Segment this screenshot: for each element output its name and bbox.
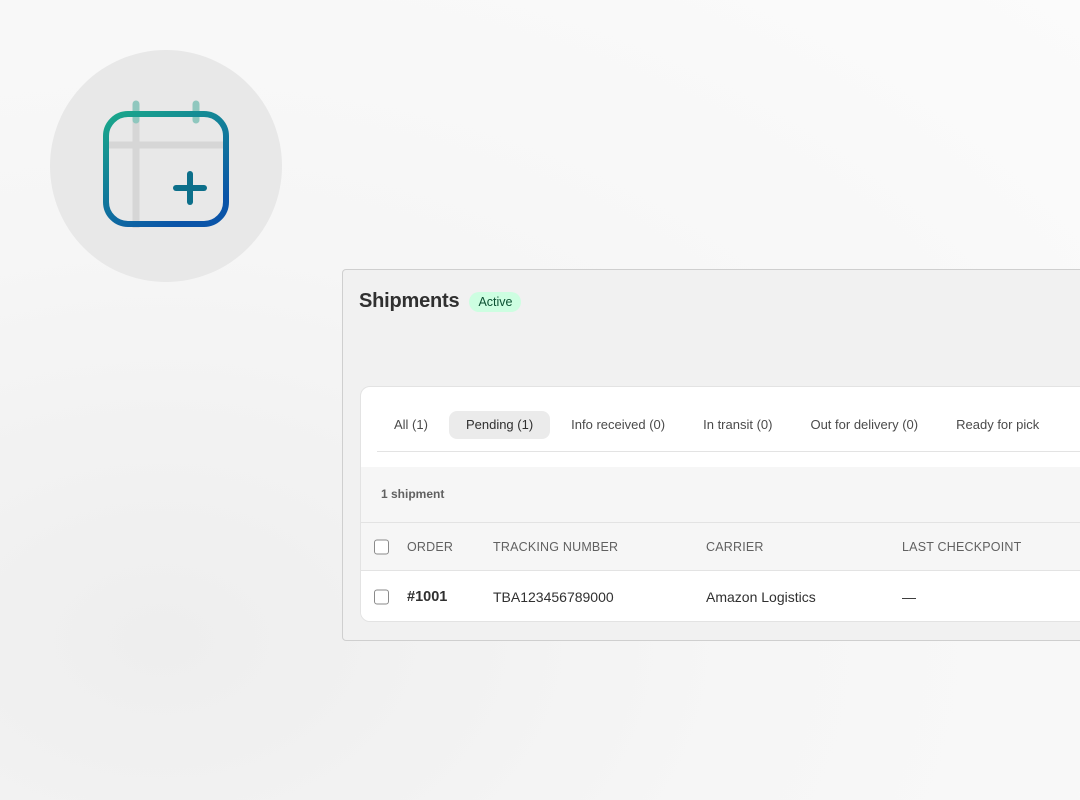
select-all-checkbox[interactable] bbox=[374, 539, 389, 554]
shipments-card: All (1) Pending (1) Info received (0) In… bbox=[360, 386, 1080, 622]
column-header-last-checkpoint[interactable]: LAST CHECKPOINT bbox=[902, 540, 1021, 554]
app-icon-badge bbox=[50, 50, 282, 282]
row-checkbox[interactable] bbox=[374, 589, 389, 605]
table-row[interactable]: #1001 TBA123456789000 Amazon Logistics — bbox=[361, 571, 1080, 621]
tab-info-received[interactable]: Info received (0) bbox=[554, 411, 682, 439]
last-checkpoint: — bbox=[902, 589, 916, 605]
calendar-plus-icon bbox=[103, 100, 229, 228]
tracking-number: TBA123456789000 bbox=[493, 589, 614, 605]
shipments-panel: Shipments Active All (1) Pending (1) Inf… bbox=[342, 269, 1080, 641]
shipment-count: 1 shipment bbox=[381, 487, 445, 501]
order-number[interactable]: #1001 bbox=[407, 589, 447, 605]
status-badge: Active bbox=[469, 291, 522, 312]
tab-ready-for-pickup[interactable]: Ready for pick bbox=[939, 411, 1056, 439]
tab-all[interactable]: All (1) bbox=[377, 411, 445, 439]
tab-out-for-delivery[interactable]: Out for delivery (0) bbox=[793, 411, 935, 439]
column-header-tracking-number[interactable]: TRACKING NUMBER bbox=[493, 540, 618, 554]
carrier-name: Amazon Logistics bbox=[706, 589, 816, 605]
column-header-order[interactable]: ORDER bbox=[407, 540, 453, 554]
table-header: ORDER TRACKING NUMBER CARRIER LAST CHECK… bbox=[361, 523, 1080, 571]
column-header-carrier[interactable]: CARRIER bbox=[706, 540, 764, 554]
panel-header: Shipments Active bbox=[359, 290, 522, 313]
status-tabs: All (1) Pending (1) Info received (0) In… bbox=[377, 411, 1080, 452]
tab-pending[interactable]: Pending (1) bbox=[448, 411, 551, 439]
page-title: Shipments bbox=[359, 290, 460, 312]
results-summary-bar: 1 shipment bbox=[361, 467, 1080, 523]
tab-in-transit[interactable]: In transit (0) bbox=[686, 411, 789, 439]
